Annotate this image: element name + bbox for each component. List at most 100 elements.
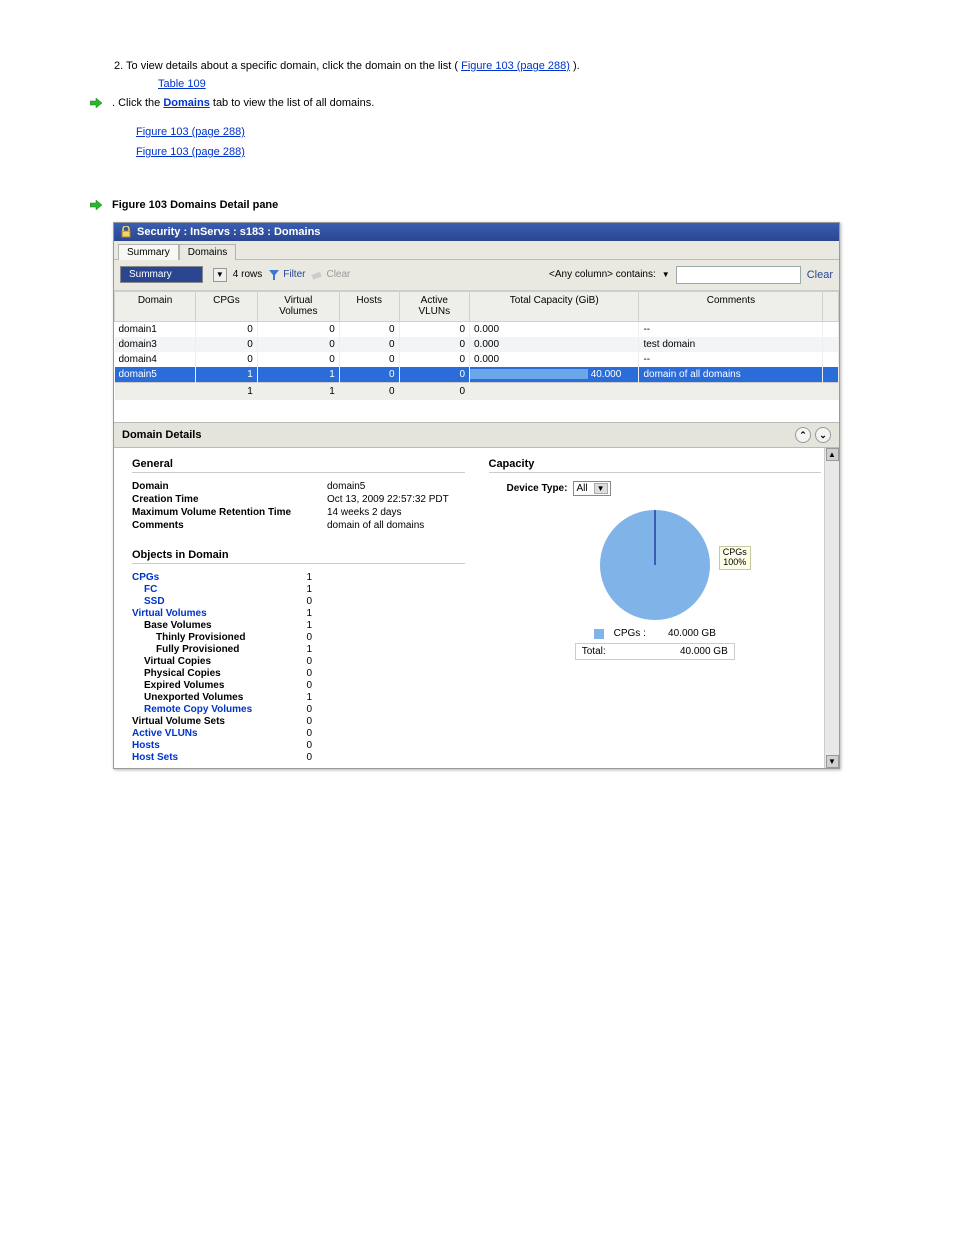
tab-domains[interactable]: Domains — [179, 244, 236, 260]
capacity-title: Capacity — [489, 458, 822, 473]
k-domain: Domain — [132, 481, 327, 492]
object-value: 1 — [282, 644, 312, 655]
link-figure[interactable]: Figure 103 (page 288) — [461, 60, 570, 72]
step-text: . Click the Domains tab to view the list… — [112, 96, 374, 112]
chevron-down-icon[interactable]: ▼ — [662, 270, 670, 279]
general-column: General Domaindomain5 Creation TimeOct 1… — [120, 458, 477, 764]
arrow-icon — [90, 200, 102, 210]
filter-button[interactable]: Filter — [268, 269, 305, 281]
object-item[interactable]: FC — [132, 584, 282, 595]
col-header[interactable]: Domain — [115, 291, 196, 321]
object-item[interactable]: Host Sets — [132, 752, 282, 763]
collapse-down-icon[interactable]: ⌄ — [815, 427, 831, 443]
object-item[interactable]: CPGs — [132, 572, 282, 583]
general-title: General — [132, 458, 465, 473]
domains-table: DomainCPGsVirtualVolumesHostsActiveVLUNs… — [114, 291, 839, 401]
object-item: Thinly Provisioned — [132, 632, 282, 643]
chevron-down-icon[interactable]: ▼ — [213, 268, 227, 282]
lock-icon — [120, 226, 132, 238]
total-value: 40.000 GB — [632, 646, 728, 657]
total-label: Total: — [582, 646, 622, 657]
v-retention: 14 weeks 2 days — [327, 507, 465, 518]
object-item[interactable]: Virtual Volumes — [132, 608, 282, 619]
col-header[interactable]: CPGs — [196, 291, 258, 321]
details-body: General Domaindomain5 Creation TimeOct 1… — [114, 448, 839, 768]
collapse-up-icon[interactable]: ⌃ — [795, 427, 811, 443]
domains-window: Security : InServs : s183 : Domains Summ… — [113, 222, 840, 770]
link-table109[interactable]: Table 109 — [158, 78, 206, 90]
col-spacer — [823, 291, 839, 321]
link-fig2[interactable]: Figure 103 (page 288) — [136, 146, 245, 158]
scroll-down-icon[interactable]: ▼ — [826, 755, 839, 768]
col-header[interactable]: VirtualVolumes — [257, 291, 339, 321]
legend-label: CPGs : — [614, 628, 646, 639]
object-value: 0 — [282, 752, 312, 763]
object-value: 0 — [282, 596, 312, 607]
col-header[interactable]: Total Capacity (GiB) — [470, 291, 639, 321]
object-value: 0 — [282, 704, 312, 715]
object-value: 0 — [282, 656, 312, 667]
eraser-icon — [311, 269, 323, 281]
domains-link[interactable]: Domains — [163, 97, 209, 109]
object-value: 0 — [282, 680, 312, 691]
k-comments: Comments — [132, 520, 327, 531]
scroll-up-icon[interactable]: ▲ — [826, 448, 839, 461]
object-item: Virtual Volume Sets — [132, 716, 282, 727]
v-comments: domain of all domains — [327, 520, 465, 531]
col-header[interactable]: ActiveVLUNs — [399, 291, 469, 321]
capacity-column: Capacity Device Type: All ▼ CPGs100% CPG… — [477, 458, 834, 764]
k-ctime: Creation Time — [132, 494, 327, 505]
pie-label: CPGs100% — [719, 546, 751, 570]
object-value: 1 — [282, 620, 312, 631]
table-row[interactable]: domain100000.000-- — [115, 321, 839, 337]
object-item[interactable]: Active VLUNs — [132, 728, 282, 739]
object-value: 0 — [282, 728, 312, 739]
table-row[interactable]: domain51100 40.000domain of all domains — [115, 367, 839, 383]
device-type-select[interactable]: All ▼ — [573, 481, 610, 496]
filter-icon — [268, 269, 280, 281]
object-item[interactable]: Hosts — [132, 740, 282, 751]
tab-summary[interactable]: Summary — [118, 244, 179, 260]
v-ctime: Oct 13, 2009 22:57:32 PDT — [327, 494, 465, 505]
object-item[interactable]: Remote Copy Volumes — [132, 704, 282, 715]
object-value: 0 — [282, 668, 312, 679]
object-value: 1 — [282, 572, 312, 583]
k-retention: Maximum Volume Retention Time — [132, 507, 327, 518]
v-domain: domain5 — [327, 481, 465, 492]
chevron-down-icon: ▼ — [594, 483, 608, 494]
capacity-pie: CPGs100% — [565, 510, 745, 620]
arrow-icon — [90, 98, 102, 108]
filter-input[interactable] — [676, 266, 801, 284]
tab-bar: Summary Domains — [114, 241, 839, 260]
titlebar: Security : InServs : s183 : Domains — [114, 223, 839, 241]
totals-row: 1100 — [115, 382, 839, 400]
legend-value: 40.000 GB — [656, 628, 716, 639]
row-count: 4 rows — [233, 269, 262, 280]
table-row[interactable]: domain400000.000-- — [115, 352, 839, 367]
toolbar: Summary ▼ 4 rows Filter Clear <Any colum… — [114, 260, 839, 291]
link-fig1[interactable]: Figure 103 (page 288) — [136, 126, 245, 138]
device-type-label: Device Type: — [507, 483, 568, 494]
scrollbar[interactable]: ▲ ▼ — [824, 448, 839, 768]
clear-button[interactable]: Clear — [311, 269, 350, 281]
object-value: 0 — [282, 632, 312, 643]
objects-title: Objects in Domain — [132, 549, 465, 564]
object-value: 0 — [282, 716, 312, 727]
object-value: 1 — [282, 692, 312, 703]
anycolumn-label: <Any column> contains: — [549, 269, 656, 280]
object-item: Physical Copies — [132, 668, 282, 679]
object-item: Fully Provisioned — [132, 644, 282, 655]
object-value: 0 — [282, 740, 312, 751]
summary-dropdown[interactable]: Summary — [120, 266, 203, 283]
legend-swatch — [594, 629, 604, 639]
object-item[interactable]: SSD — [132, 596, 282, 607]
object-item: Expired Volumes — [132, 680, 282, 691]
clear-link[interactable]: Clear — [807, 269, 833, 281]
figure-caption: Figure 103 Domains Detail pane — [112, 198, 278, 214]
col-header[interactable]: Hosts — [339, 291, 399, 321]
table-row[interactable]: domain300000.000test domain — [115, 337, 839, 352]
text: ). — [573, 60, 580, 72]
text: 2. To view details about a specific doma… — [114, 60, 458, 72]
object-value: 1 — [282, 584, 312, 595]
col-header[interactable]: Comments — [639, 291, 823, 321]
